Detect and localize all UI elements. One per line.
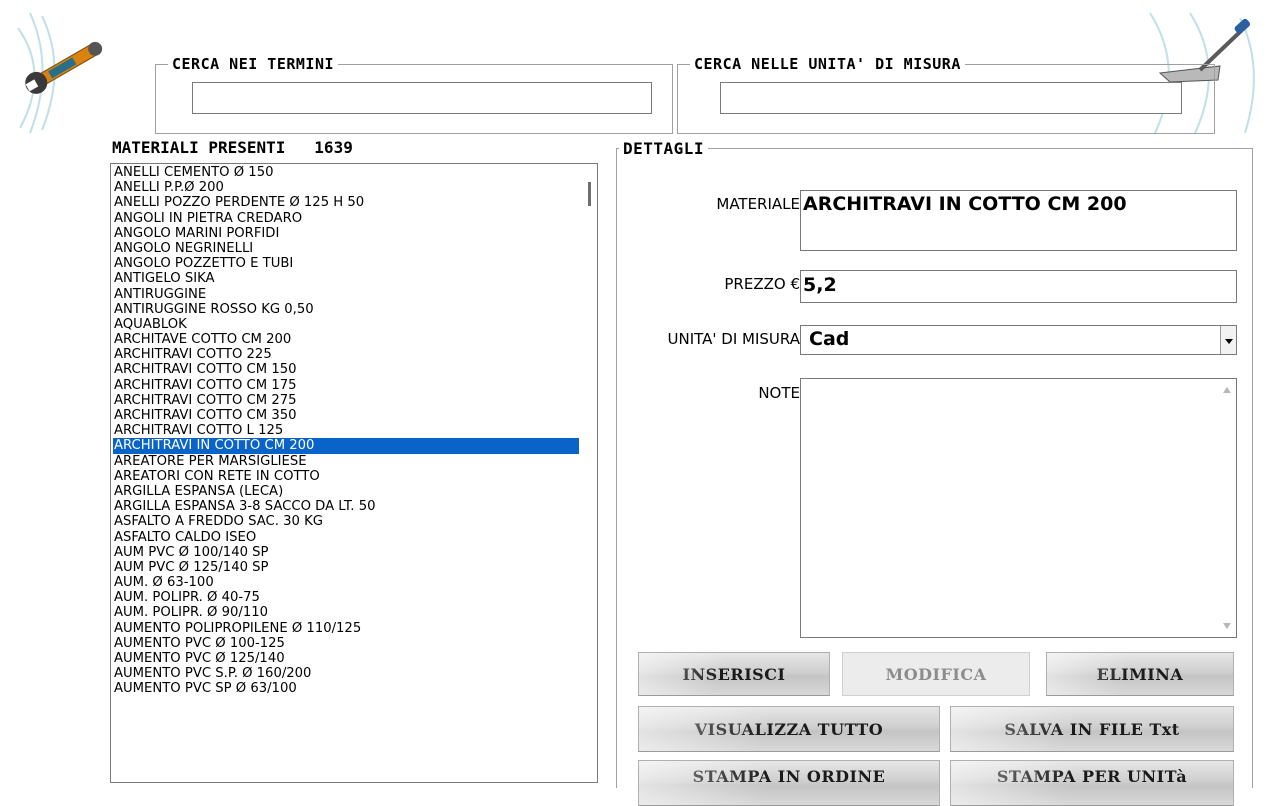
list-item[interactable]: AUM. POLIPR. Ø 90/110 bbox=[113, 605, 579, 620]
list-item[interactable]: AUMENTO PVC SP Ø 63/100 bbox=[113, 681, 579, 696]
list-item[interactable]: AUMENTO PVC Ø 125/140 bbox=[113, 651, 579, 666]
list-item[interactable]: AUMENTO POLIPROPILENE Ø 110/125 bbox=[113, 621, 579, 636]
materials-list: ANELLI CEMENTO Ø 150 ANELLI P.P.Ø 200 ANEL… bbox=[113, 165, 579, 697]
notes-scrollbar[interactable] bbox=[1219, 379, 1236, 637]
insert-button[interactable]: INSERISCI bbox=[638, 652, 830, 696]
list-item[interactable]: ANELLI CEMENTO Ø 150 bbox=[113, 165, 579, 180]
materials-count: 1639 bbox=[314, 138, 353, 157]
list-item[interactable]: ARGILLA ESPANSA 3-8 SACCO DA LT. 50 bbox=[113, 499, 579, 514]
delete-button[interactable]: ELIMINA bbox=[1046, 652, 1234, 696]
list-item[interactable]: ARCHITRAVI COTTO CM 275 bbox=[113, 393, 579, 408]
search-units-label: CERCA NELLE UNITA' DI MISURA bbox=[690, 55, 965, 73]
notes-textarea[interactable] bbox=[800, 378, 1237, 638]
save-txt-button-label: SALVA IN FILE Txt bbox=[1004, 719, 1180, 739]
insert-button-label: INSERISCI bbox=[682, 664, 786, 684]
material-value: ARCHITRAVI IN COTTO CM 200 bbox=[803, 193, 1127, 215]
modify-button-label: MODIFICA bbox=[885, 664, 987, 684]
notes-label: NOTE bbox=[758, 384, 800, 402]
list-item[interactable]: ASFALTO A FREDDO SAC. 30 KG bbox=[113, 514, 579, 529]
price-label: PREZZO € bbox=[724, 275, 800, 293]
print-order-button-label: STAMPA IN ORDINE bbox=[692, 767, 886, 786]
list-item[interactable]: ANGOLI IN PIETRA CREDARO bbox=[113, 211, 579, 226]
materials-title: MATERIALI PRESENTI 1639 bbox=[112, 138, 353, 157]
save-txt-button[interactable]: SALVA IN FILE Txt bbox=[950, 706, 1234, 752]
list-item[interactable]: ARCHITRAVI COTTO L 125 bbox=[113, 423, 579, 438]
scroll-down-icon[interactable] bbox=[1223, 623, 1231, 629]
list-item[interactable]: ANTIRUGGINE bbox=[113, 287, 579, 302]
unit-label: UNITA' DI MISURA bbox=[667, 330, 800, 348]
list-item[interactable]: AUM PVC Ø 100/140 SP bbox=[113, 545, 579, 560]
list-item[interactable]: ARGILLA ESPANSA (LECA) bbox=[113, 484, 579, 499]
list-item[interactable]: AUMENTO PVC S.P. Ø 160/200 bbox=[113, 666, 579, 681]
material-field[interactable]: ARCHITRAVI IN COTTO CM 200 bbox=[800, 190, 1237, 251]
list-item[interactable]: ANELLI P.P.Ø 200 bbox=[113, 180, 579, 195]
list-item[interactable]: AUMENTO PVC Ø 100-125 bbox=[113, 636, 579, 651]
materials-listbox[interactable]: ANELLI CEMENTO Ø 150 ANELLI P.P.Ø 200 ANEL… bbox=[110, 163, 598, 783]
search-units-input[interactable] bbox=[720, 82, 1182, 114]
list-item[interactable]: AREATORI CON RETE IN COTTO bbox=[113, 469, 579, 484]
list-item[interactable]: AUM PVC Ø 125/140 SP bbox=[113, 560, 579, 575]
scroll-up-icon[interactable] bbox=[1223, 387, 1231, 393]
materials-scrollbar[interactable] bbox=[580, 164, 597, 782]
list-item[interactable]: ANGOLO MARINI PORFIDI bbox=[113, 226, 579, 241]
list-item[interactable]: ANTIGELO SIKA bbox=[113, 271, 579, 286]
list-item[interactable]: AUM. Ø 63-100 bbox=[113, 575, 579, 590]
unit-select[interactable]: Cad bbox=[800, 325, 1237, 355]
price-value: 5,2 bbox=[803, 274, 837, 296]
list-item[interactable]: ARCHITRAVI COTTO 225 bbox=[113, 347, 579, 362]
details-legend: DETTAGLI bbox=[619, 139, 709, 158]
list-item[interactable]: ASFALTO CALDO ISEO bbox=[113, 530, 579, 545]
list-item[interactable]: ARCHITRAVI COTTO CM 150 bbox=[113, 362, 579, 377]
material-label: MATERIALE bbox=[716, 195, 800, 213]
print-unit-button-label: STAMPA PER UNITà bbox=[996, 767, 1188, 786]
wrench-icon bbox=[10, 8, 130, 138]
list-item[interactable]: AUM. POLIPR. Ø 40-75 bbox=[113, 590, 579, 605]
chevron-down-icon[interactable] bbox=[1220, 326, 1236, 354]
scrollbar-thumb[interactable] bbox=[588, 182, 591, 206]
delete-button-label: ELIMINA bbox=[1096, 664, 1184, 684]
list-item[interactable]: ANGOLO NEGRINELLI bbox=[113, 241, 579, 256]
search-units-group: CERCA NELLE UNITA' DI MISURA bbox=[677, 55, 1215, 134]
unit-value: Cad bbox=[809, 328, 850, 350]
list-item[interactable]: ARCHITAVE COTTO CM 200 bbox=[113, 332, 579, 347]
list-item[interactable]: AQUABLOK bbox=[113, 317, 579, 332]
print-order-button[interactable]: STAMPA IN ORDINE bbox=[638, 760, 940, 806]
list-item[interactable]: ANGOLO POZZETTO E TUBI bbox=[113, 256, 579, 271]
price-field[interactable]: 5,2 bbox=[800, 270, 1237, 303]
list-item-selected[interactable]: ARCHITRAVI IN COTTO CM 200 bbox=[113, 438, 579, 454]
search-terms-input[interactable] bbox=[192, 82, 652, 114]
list-item[interactable]: AREATORE PER MARSIGLIESE bbox=[113, 454, 579, 469]
list-item[interactable]: ARCHITRAVI COTTO CM 350 bbox=[113, 408, 579, 423]
modify-button[interactable]: MODIFICA bbox=[842, 652, 1030, 696]
list-item[interactable]: ARCHITRAVI COTTO CM 175 bbox=[113, 378, 579, 393]
search-terms-group: CERCA NEI TERMINI bbox=[155, 55, 673, 134]
view-all-button-label: VISUALIZZA TUTTO bbox=[694, 719, 884, 739]
list-item[interactable]: ANELLI POZZO PERDENTE Ø 125 H 50 bbox=[113, 195, 579, 210]
materials-title-text: MATERIALI PRESENTI bbox=[112, 138, 286, 157]
search-terms-label: CERCA NEI TERMINI bbox=[168, 55, 339, 73]
print-unit-button[interactable]: STAMPA PER UNITà bbox=[950, 760, 1234, 806]
list-item[interactable]: ANTIRUGGINE ROSSO KG 0,50 bbox=[113, 302, 579, 317]
view-all-button[interactable]: VISUALIZZA TUTTO bbox=[638, 706, 940, 752]
